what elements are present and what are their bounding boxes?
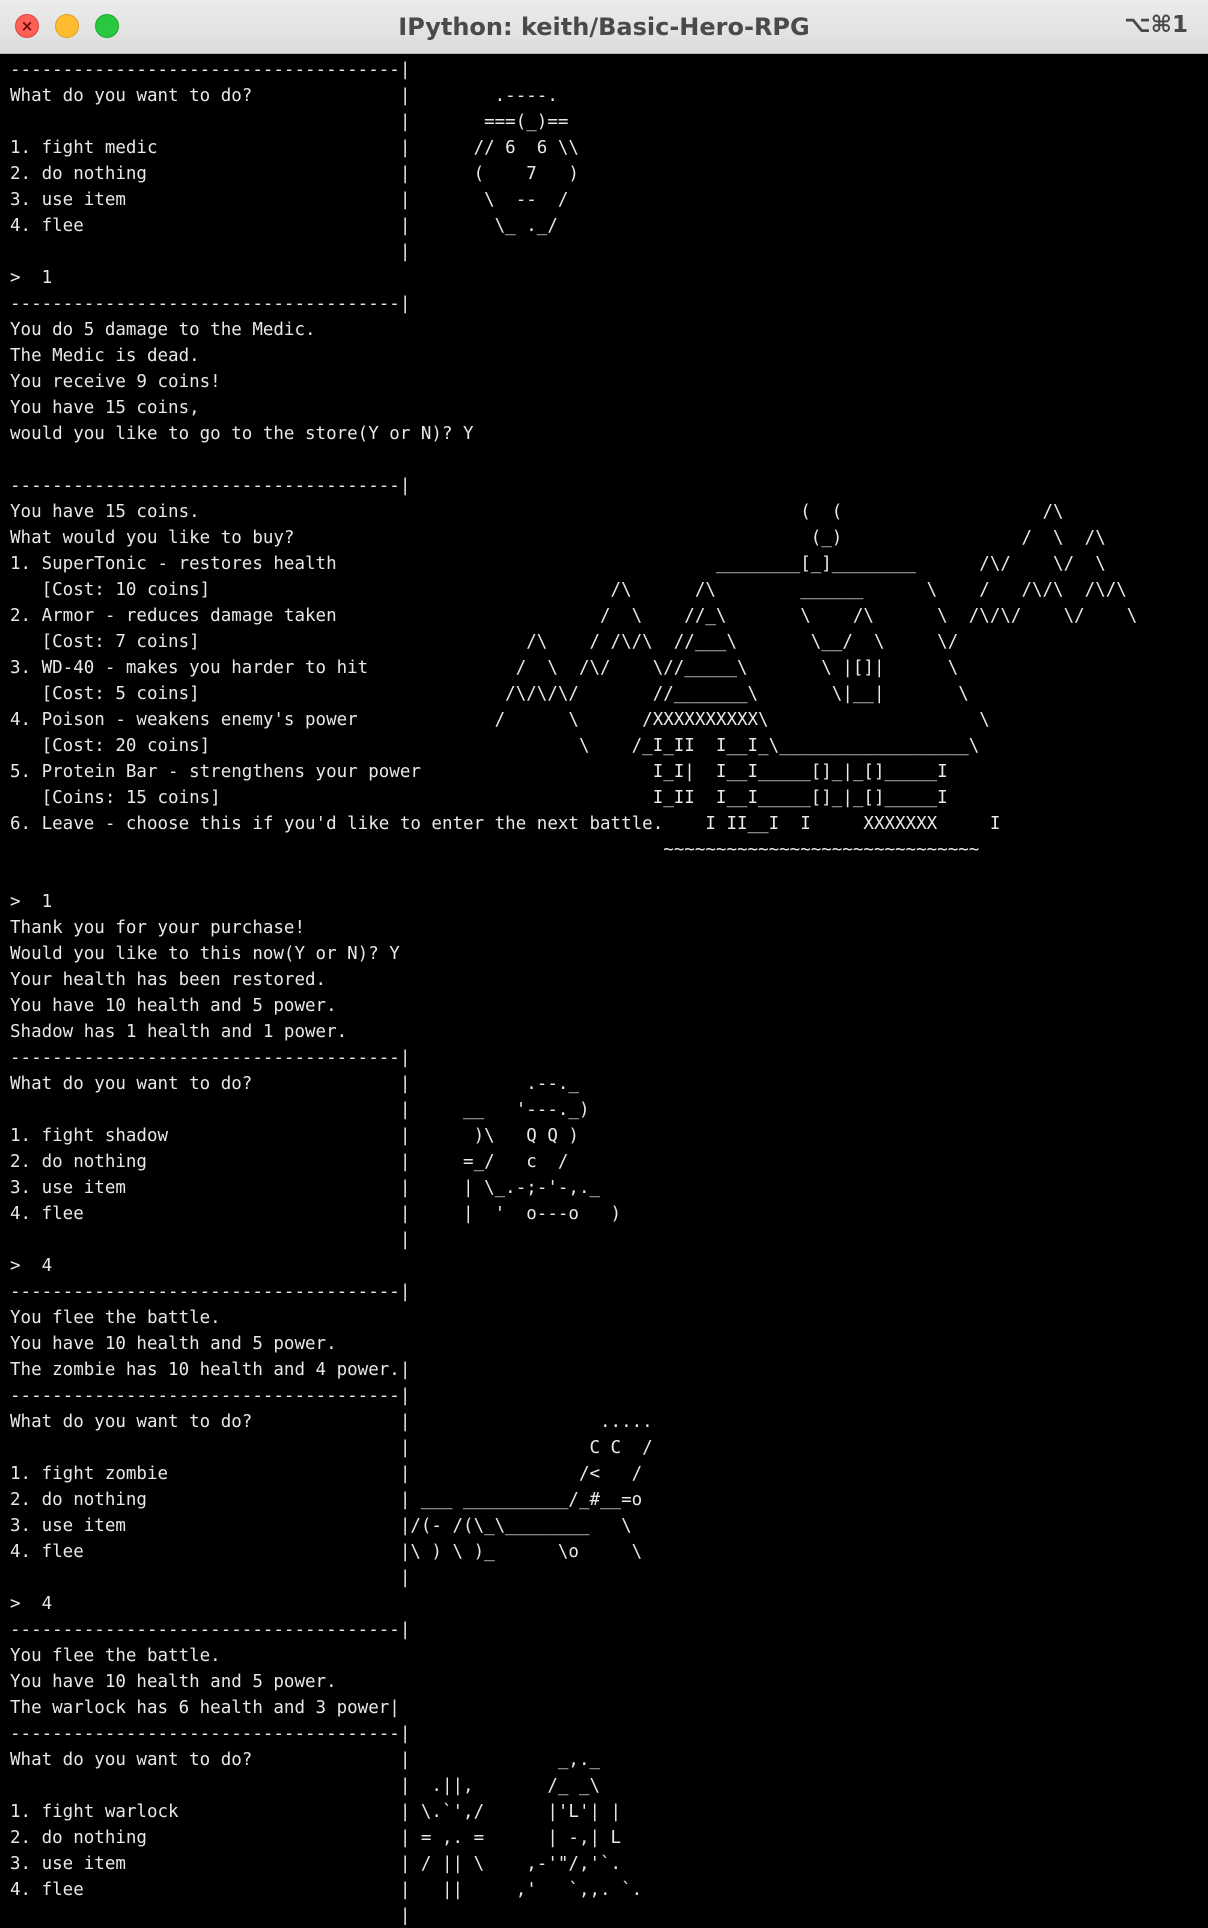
terminal-line: You flee the battle. <box>10 1308 221 1328</box>
terminal-line: -------------------------------------| <box>10 1282 411 1302</box>
terminal-line: 5. Protein Bar - strengthens your power … <box>10 762 948 782</box>
terminal-line: 1. fight shadow | )\ Q Q ) <box>10 1126 579 1146</box>
terminal-line: -------------------------------------| <box>10 1724 411 1744</box>
terminal-line: | __ '---._) <box>10 1100 590 1120</box>
terminal-line: [Cost: 20 coins] \ /_I_II I__I_\________… <box>10 736 980 756</box>
terminal-line: > 4 <box>10 1594 53 1614</box>
terminal-line: 1. fight warlock | \.`',/ |'L'| | <box>10 1802 622 1822</box>
window-shortcut-label: ⌥⌘1 <box>1124 12 1188 38</box>
terminal-output: -------------------------------------| W… <box>10 57 1200 1925</box>
terminal-line: -------------------------------------| <box>10 60 411 80</box>
terminal-line: -------------------------------------| <box>10 476 411 496</box>
terminal-area[interactable]: -------------------------------------| W… <box>10 57 1200 1925</box>
terminal-line: | .||, /_ _\ <box>10 1776 601 1796</box>
terminal-line: | ===(_)== <box>10 112 569 132</box>
terminal-line: -------------------------------------| <box>10 1386 411 1406</box>
terminal-line: You have 10 health and 5 power. <box>10 1672 337 1692</box>
terminal-line: You have 10 health and 5 power. <box>10 996 337 1016</box>
terminal-line: -------------------------------------| <box>10 1048 411 1068</box>
terminal-line: would you like to go to the store(Y or N… <box>10 424 474 444</box>
terminal-line: -------------------------------------| <box>10 1620 411 1640</box>
terminal-line: ~~~~~~~~~~~~~~~~~~~~~~~~~~~~~~ <box>10 840 980 860</box>
terminal-line: 6. Leave - choose this if you'd like to … <box>10 814 1001 834</box>
terminal-line: The Medic is dead. <box>10 346 200 366</box>
terminal-line: 3. WD-40 - makes you harder to hit / \ /… <box>10 658 959 678</box>
terminal-line: You do 5 damage to the Medic. <box>10 320 316 340</box>
terminal-line: > 1 <box>10 268 53 288</box>
terminal-line: [Coins: 15 coins] I_II I__I_____[]_|_[]_… <box>10 788 948 808</box>
terminal-line: 4. flee | | ' o---o ) <box>10 1204 622 1224</box>
terminal-line: Your health has been restored. <box>10 970 327 990</box>
terminal-line: 3. use item | / || \ ,-'"/,'`. <box>10 1854 622 1874</box>
terminal-line: 3. use item | \ -- / <box>10 190 569 210</box>
terminal-line: | <box>10 242 411 262</box>
terminal-line: | <box>10 1906 411 1925</box>
terminal-line: > 1 <box>10 892 53 912</box>
terminal-line: 2. do nothing | = ,. = | -,| L <box>10 1828 622 1848</box>
terminal-line: -------------------------------------| <box>10 294 411 314</box>
terminal-line: You have 10 health and 5 power. <box>10 1334 337 1354</box>
terminal-line: [Cost: 7 coins] /\ / /\/\ //___\ \__/ \ … <box>10 632 959 652</box>
terminal-line: 2. Armor - reduces damage taken / \ //_\… <box>10 606 1138 626</box>
terminal-line: | <box>10 1230 411 1250</box>
terminal-line: 4. flee | \_ ._/ <box>10 216 558 236</box>
terminal-line: 4. flee | || ,' `,,. `. <box>10 1880 643 1900</box>
terminal-line: 4. Poison - weakens enemy's power / \ /X… <box>10 710 990 730</box>
terminal-line: What do you want to do? | ..... <box>10 1412 653 1432</box>
terminal-line: | <box>10 1568 411 1588</box>
title-bar[interactable]: × IPython: keith/Basic-Hero-RPG ⌥⌘1 <box>0 0 1208 54</box>
terminal-line: 1. SuperTonic - restores health ________… <box>10 554 1106 574</box>
terminal-line: What do you want to do? | _,._ <box>10 1750 601 1770</box>
terminal-line: The warlock has 6 health and 3 power| <box>10 1698 400 1718</box>
terminal-line: You receive 9 coins! <box>10 372 221 392</box>
terminal-line: 3. use item | | \_.-;-'-,._ <box>10 1178 601 1198</box>
terminal-line: What do you want to do? | .----. <box>10 86 558 106</box>
terminal-line: 2. do nothing | ___ __________/_#__=o <box>10 1490 643 1510</box>
terminal-line: 1. fight medic | // 6 6 \\ <box>10 138 579 158</box>
terminal-line: You have 15 coins, <box>10 398 200 418</box>
terminal-window: × IPython: keith/Basic-Hero-RPG ⌥⌘1 ----… <box>0 0 1208 1928</box>
terminal-line: What would you like to buy? (_) / \ /\ <box>10 528 1106 548</box>
terminal-line: 2. do nothing | =_/ c / <box>10 1152 569 1172</box>
terminal-line: [Cost: 10 coins] /\ /\ ______ \ / /\/\ /… <box>10 580 1127 600</box>
terminal-line: You flee the battle. <box>10 1646 221 1666</box>
terminal-line: Shadow has 1 health and 1 power. <box>10 1022 348 1042</box>
terminal-line: | C C / <box>10 1438 653 1458</box>
terminal-line: Would you like to this now(Y or N)? Y <box>10 944 400 964</box>
terminal-line: The zombie has 10 health and 4 power.| <box>10 1360 411 1380</box>
terminal-line: [Cost: 5 coins] /\/\/\/ //_______\ \|__|… <box>10 684 969 704</box>
terminal-line: 4. flee |\ ) \ )_ \o \ <box>10 1542 643 1562</box>
terminal-line: Thank you for your purchase! <box>10 918 306 938</box>
terminal-line: What do you want to do? | .--._ <box>10 1074 579 1094</box>
window-title: IPython: keith/Basic-Hero-RPG <box>398 13 810 41</box>
terminal-line: 1. fight zombie | /< / <box>10 1464 643 1484</box>
terminal-line: You have 15 coins. ( ( /\ <box>10 502 1064 522</box>
terminal-line: 3. use item |/(- /(\_\________ \ <box>10 1516 632 1536</box>
terminal-line: 2. do nothing | ( 7 ) <box>10 164 579 184</box>
terminal-line: > 4 <box>10 1256 53 1276</box>
